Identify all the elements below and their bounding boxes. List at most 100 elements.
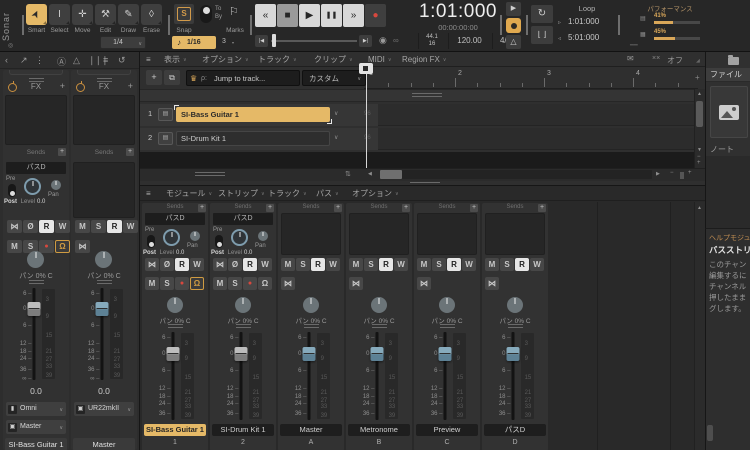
playhead-marker[interactable] <box>359 63 373 74</box>
scroll-right-icon[interactable]: ▶ <box>656 171 660 177</box>
menu-item[interactable]: クリップ∨ <box>314 52 353 67</box>
pan-knob[interactable] <box>235 297 251 313</box>
scroll-left-icon[interactable]: ◀ <box>368 171 372 177</box>
interleave-button[interactable]: ⋈ <box>75 240 90 253</box>
solo-button[interactable]: S <box>296 258 310 271</box>
solo-button[interactable]: S <box>160 277 174 290</box>
mute-button[interactable]: M <box>75 220 90 233</box>
strip-name[interactable]: Preview <box>416 424 478 436</box>
add-send-button[interactable]: + <box>126 148 134 156</box>
tool-draw-button[interactable]: ✎ <box>118 4 139 25</box>
loop-start-time[interactable]: 1:01:000 <box>568 17 599 26</box>
track-name-field[interactable]: SI-Bass Guitar 1 <box>176 107 330 122</box>
solo-button[interactable]: S <box>91 220 106 233</box>
zoom-in-icon[interactable]: + <box>688 170 692 176</box>
output-select[interactable]: ▣Master∨ <box>6 420 66 434</box>
strip-name[interactable]: Master <box>280 424 342 436</box>
phase-button[interactable]: Ø <box>228 258 242 271</box>
write-button[interactable]: W <box>190 258 204 271</box>
read-button[interactable]: R <box>175 258 189 271</box>
send-slot[interactable]: パスD <box>145 213 205 225</box>
write-button[interactable]: W <box>326 258 340 271</box>
read-button[interactable]: R <box>379 258 393 271</box>
menu-item[interactable]: トラック∨ <box>268 186 307 201</box>
grip-handle[interactable] <box>440 324 455 328</box>
interleave-button[interactable]: ⋈ <box>281 277 295 290</box>
play-button[interactable]: ▶ <box>299 4 320 27</box>
interleave-button[interactable]: ⋈ <box>7 220 22 233</box>
write-button[interactable]: W <box>530 258 544 271</box>
zoom-in-icon[interactable]: + <box>697 160 701 166</box>
pan-knob[interactable] <box>507 297 523 313</box>
h-scroll-thumb[interactable] <box>380 170 402 179</box>
volume-fader[interactable]: 60612182436391521273339 <box>351 330 407 422</box>
tool-move-button[interactable]: ✛ <box>72 4 93 25</box>
send-pan-knob[interactable] <box>190 231 200 241</box>
tool-edit-button[interactable]: ⚒ <box>95 4 116 25</box>
pan-knob[interactable] <box>303 297 319 313</box>
metronome-toggle-icon[interactable]: ◉ <box>379 35 387 46</box>
volume-fader[interactable]: 60612182436∞391521273339 <box>8 286 64 382</box>
fader-cap[interactable] <box>506 347 519 361</box>
pan-knob[interactable] <box>371 297 387 313</box>
skip-start-button[interactable]: |◀ <box>255 35 268 47</box>
grip-handle[interactable] <box>168 324 183 328</box>
notes-label[interactable]: ノート <box>710 144 734 155</box>
scroll-up-icon[interactable]: ▲ <box>697 205 702 211</box>
add-fx-button[interactable]: + <box>128 81 133 91</box>
solo-button[interactable]: S <box>364 258 378 271</box>
interleave-button[interactable]: ⋈ <box>145 258 159 271</box>
metronome-icon[interactable]: △ <box>73 55 79 66</box>
send-pan-knob[interactable] <box>258 231 268 241</box>
menu-item[interactable]: オプション∨ <box>352 186 399 201</box>
mute-button[interactable]: M <box>417 258 431 271</box>
snap-to-by-toggle[interactable] <box>200 5 212 23</box>
timeline-ruler[interactable]: 1234 <box>364 68 698 89</box>
mute-button[interactable]: M <box>281 258 295 271</box>
fader-cap[interactable] <box>234 347 247 361</box>
menu-item[interactable]: モジュール∨ <box>166 186 212 201</box>
solo-button[interactable]: S <box>500 258 514 271</box>
position-slider[interactable] <box>271 40 357 42</box>
menu-icon[interactable]: ≡ <box>146 55 151 64</box>
pan-knob[interactable] <box>27 251 44 268</box>
echo-button[interactable]: Ω <box>55 240 70 253</box>
volume-fader[interactable]: 60612182436391521273339 <box>419 330 475 422</box>
chevron-down-icon[interactable]: ∨ <box>334 134 338 141</box>
grip-handle[interactable] <box>304 324 319 328</box>
grip-handle[interactable] <box>29 280 44 284</box>
send-pan-knob[interactable] <box>51 180 61 190</box>
send-level-knob[interactable] <box>24 178 41 195</box>
output-select[interactable]: ▣UR22mkII∨ <box>74 402 134 416</box>
menu-item[interactable]: 表示∨ <box>164 52 187 67</box>
duplicate-button[interactable]: ⧉ <box>164 70 180 85</box>
pan-knob[interactable] <box>167 297 183 313</box>
popout-icon[interactable]: ↗ <box>20 55 27 66</box>
send-level-knob[interactable] <box>231 229 248 246</box>
add-send-button[interactable]: + <box>58 148 66 156</box>
interleave-button[interactable]: ⋈ <box>213 258 227 271</box>
read-button[interactable]: R <box>107 220 122 233</box>
more-icon[interactable]: ⋮ <box>35 55 43 66</box>
back-icon[interactable]: ‹ <box>5 55 7 65</box>
channel-name[interactable]: Master <box>73 438 135 450</box>
menu-item[interactable]: トラック∨ <box>258 52 297 67</box>
pan-knob[interactable] <box>95 251 112 268</box>
add-send-button[interactable]: + <box>198 204 206 212</box>
write-button[interactable]: W <box>123 220 138 233</box>
envelope-icon[interactable]: ✉ <box>627 54 634 63</box>
volume-fader[interactable]: 60612182436391521273339 <box>487 330 543 422</box>
tool-select-button[interactable]: I <box>49 4 70 25</box>
scrollbar-thumb[interactable] <box>696 101 703 127</box>
snap-value[interactable]: 3 <box>222 38 226 45</box>
solo-button[interactable]: S <box>432 258 446 271</box>
phase-button[interactable]: Ø <box>160 258 174 271</box>
grip-handle[interactable] <box>195 172 225 176</box>
record-button[interactable]: ● <box>175 277 189 290</box>
interleave-button[interactable]: ⋈ <box>485 277 499 290</box>
ruler-zoom-button[interactable]: + <box>695 73 700 82</box>
punch-toggle-button[interactable]: ⌊ ⌋ <box>531 26 553 44</box>
add-send-button[interactable]: + <box>470 204 478 212</box>
menu-icon[interactable]: ≡ <box>146 189 151 198</box>
fast-forward-button[interactable]: » <box>343 4 364 27</box>
